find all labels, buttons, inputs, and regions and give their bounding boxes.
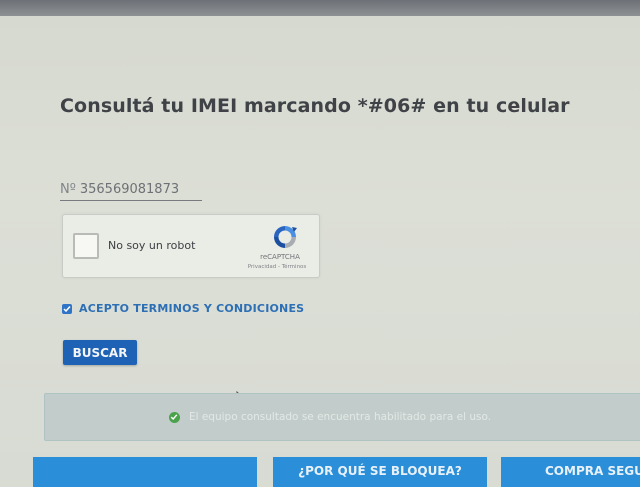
imei-prefix: Nº	[60, 181, 76, 197]
recaptcha-logo-icon	[274, 226, 297, 248]
success-check-icon	[168, 411, 180, 423]
terms-checkbox[interactable]	[62, 303, 72, 314]
checkmark-icon	[63, 305, 71, 312]
search-button[interactable]: BUSCAR	[63, 340, 137, 365]
terms-label: ACEPTO TERMINOS Y CONDICIONES	[79, 302, 305, 315]
recaptcha-checkbox[interactable]	[73, 233, 99, 259]
imei-field[interactable]: Nº	[60, 178, 202, 201]
terms-row[interactable]: ACEPTO TERMINOS Y CONDICIONES	[62, 302, 304, 315]
status-message-box: El equipo consultado se encuentra habili…	[44, 393, 640, 441]
imei-input[interactable]	[79, 181, 190, 197]
recaptcha-label: No soy un robot	[108, 239, 196, 252]
bottom-nav-button-why-blocked[interactable]: ¿POR QUÉ SE BLOQUEA?	[273, 457, 487, 487]
recaptcha-links[interactable]: Privacidad - Términos	[241, 264, 313, 270]
recaptcha-brand: reCAPTCHA	[260, 253, 300, 261]
status-text: El equipo consultado se encuentra habili…	[188, 411, 492, 423]
bottom-nav-button-1[interactable]	[33, 457, 257, 487]
bottom-nav-button-safe-purchase[interactable]: COMPRA SEGU	[501, 457, 640, 487]
page-title: Consultá tu IMEI marcando *#06# en tu ce…	[60, 95, 570, 117]
recaptcha-widget: No soy un robot reCAPTCHA Privacidad - T…	[62, 214, 320, 278]
